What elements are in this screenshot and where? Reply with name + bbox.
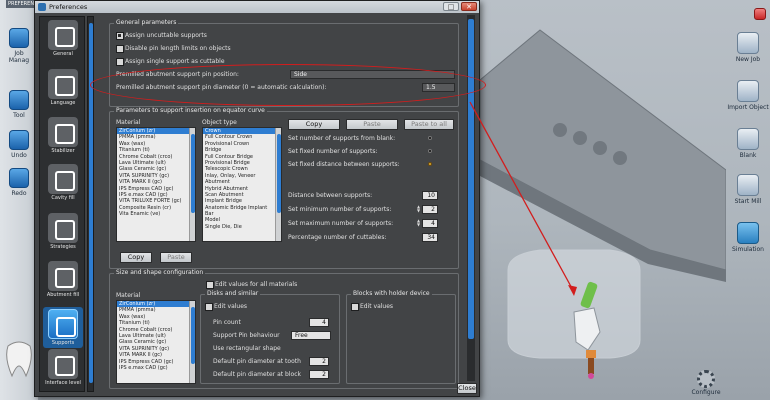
annotation-arrow (469, 101, 577, 296)
